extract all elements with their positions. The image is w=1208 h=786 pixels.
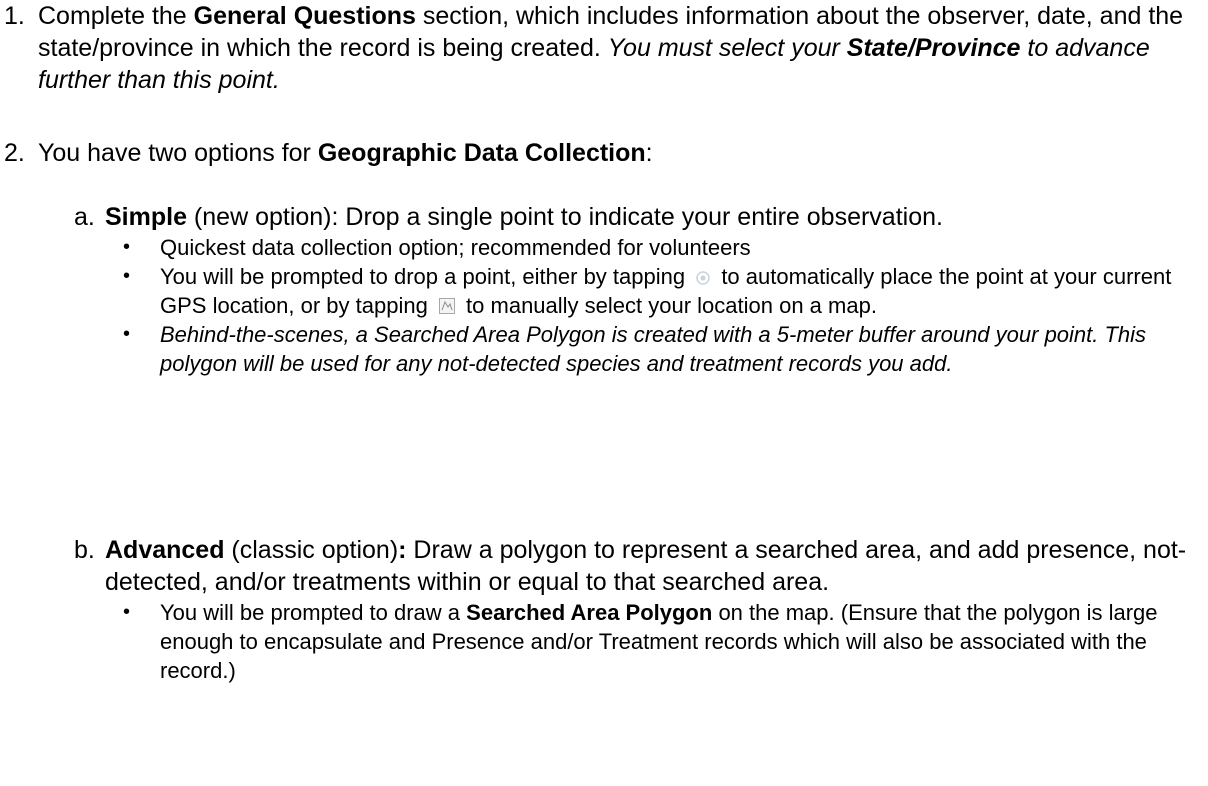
step-2-number: 2. xyxy=(4,139,25,167)
general-questions-label: General Questions xyxy=(193,2,416,30)
option-simple-description: Simple (new option): Drop a single point… xyxy=(105,201,1195,233)
step-1-note-before: You must select your xyxy=(607,34,847,62)
simple-label: Simple xyxy=(105,203,187,231)
step-1-number: 1. xyxy=(4,2,25,30)
list-item: • Quickest data collection option; recom… xyxy=(105,233,1195,262)
step-2-text-before: You have two options for xyxy=(38,139,318,167)
option-b-letter: b. xyxy=(74,536,95,564)
option-simple-body: Simple (new option): Drop a single point… xyxy=(105,201,1195,378)
gps-locate-icon xyxy=(695,264,711,285)
simple-bullet-2-part-1: You will be prompted to drop a point, ei… xyxy=(160,264,692,289)
searched-area-polygon-label: Searched Area Polygon xyxy=(466,600,713,625)
bullet-icon: • xyxy=(123,236,131,258)
list-item: • Behind-the-scenes, a Searched Area Pol… xyxy=(105,320,1195,378)
bullet-icon: • xyxy=(123,323,131,345)
option-advanced-description: Advanced (classic option): Draw a polygo… xyxy=(105,534,1195,598)
simple-bullet-3: Behind-the-scenes, a Searched Area Polyg… xyxy=(160,322,1147,376)
state-province-label: State/Province xyxy=(846,34,1021,62)
step-1-text-before: Complete the xyxy=(38,2,194,30)
advanced-label: Advanced xyxy=(105,536,225,564)
simple-description: (new option): Drop a single point to ind… xyxy=(186,203,943,231)
option-advanced-body: Advanced (classic option): Draw a polygo… xyxy=(105,534,1195,685)
option-advanced-bullets: • You will be prompted to draw a Searche… xyxy=(105,598,1195,685)
option-a-letter: a. xyxy=(74,203,95,231)
simple-bullet-2-part-3: to manually select your location on a ma… xyxy=(459,293,877,318)
list-item: • You will be prompted to drop a point, … xyxy=(105,262,1195,320)
advanced-bullet-1-part-1: You will be prompted to draw a xyxy=(160,600,467,625)
simple-bullet-1: Quickest data collection option; recomme… xyxy=(160,235,751,260)
list-item: • You will be prompted to draw a Searche… xyxy=(105,598,1195,685)
bullet-icon: • xyxy=(123,265,131,287)
option-simple-bullets: • Quickest data collection option; recom… xyxy=(105,233,1195,378)
step-1-text: Complete the General Questions section, … xyxy=(38,0,1198,96)
bullet-icon: • xyxy=(123,601,131,623)
advanced-description-part-1: (classic option) xyxy=(224,536,399,564)
step-2-text-after: : xyxy=(645,139,653,167)
geographic-data-collection-label: Geographic Data Collection xyxy=(317,139,646,167)
map-select-icon xyxy=(438,293,456,314)
step-2-text: You have two options for Geographic Data… xyxy=(38,137,1198,169)
